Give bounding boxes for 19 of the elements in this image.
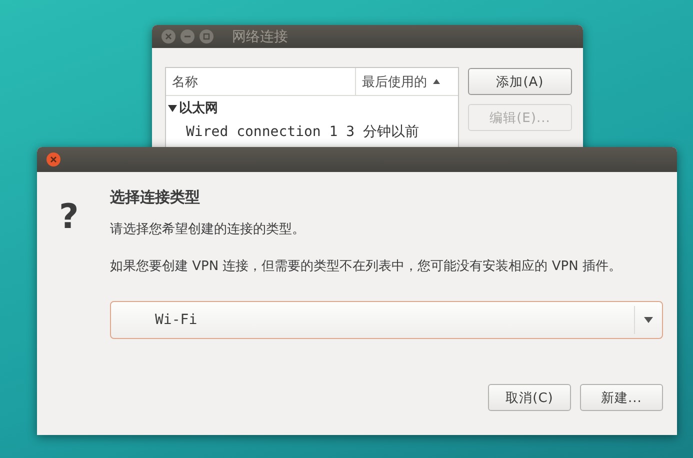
connection-row[interactable]: Wired connection 1 3 分钟以前: [166, 120, 458, 144]
window-title: 网络连接: [232, 28, 288, 46]
add-button[interactable]: 添加(A): [468, 68, 572, 95]
connection-type-dropdown[interactable]: Wi-Fi: [110, 301, 663, 339]
minimize-icon[interactable]: [180, 29, 195, 44]
tree-group-row[interactable]: 以太网: [166, 96, 458, 120]
dialog-heading: 选择连接类型: [110, 188, 201, 207]
cancel-button[interactable]: 取消(C): [488, 384, 571, 411]
close-icon[interactable]: [46, 152, 61, 167]
new-button[interactable]: 新建...: [580, 384, 663, 411]
dropdown-arrow-icon: [644, 317, 653, 323]
question-icon: ?: [59, 186, 85, 411]
expander-icon[interactable]: [168, 104, 177, 112]
dialog-note: 如果您要创建 VPN 连接，但需要的类型不在列表中，您可能没有安装相应的 VPN 插件。: [110, 258, 622, 275]
column-header[interactable]: 最后使用的: [355, 68, 458, 95]
maximize-icon[interactable]: [199, 29, 214, 44]
dialog-message: 请选择您希望创建的连接的类型。: [110, 221, 306, 238]
column-header[interactable]: 名称: [166, 68, 355, 95]
close-icon[interactable]: [161, 29, 176, 44]
